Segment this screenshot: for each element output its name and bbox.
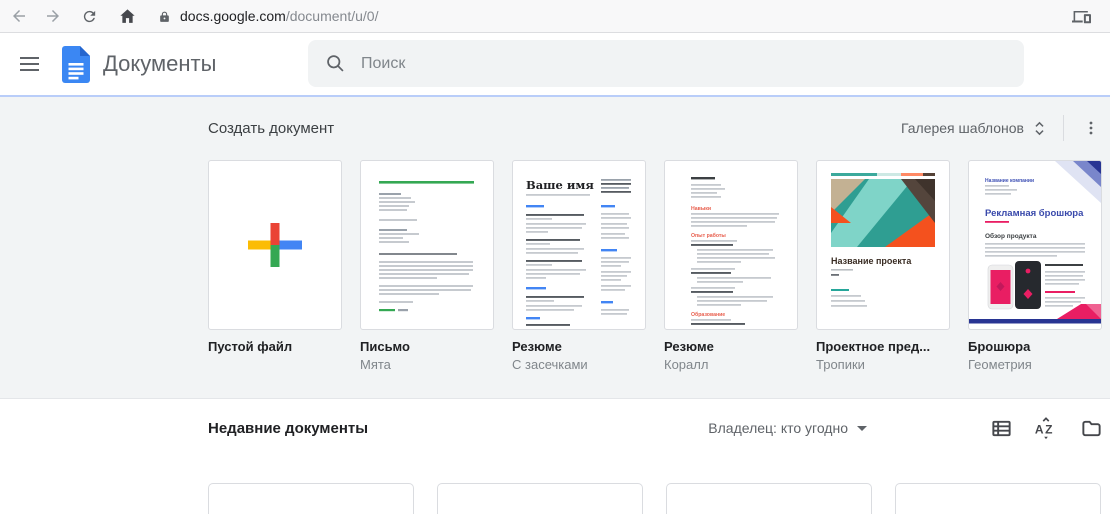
templates-section-title: Создать документ — [208, 120, 334, 137]
template-project-tropics-thumbnail[interactable]: Название проекта — [816, 160, 950, 330]
svg-text:Название проекта: Название проекта — [831, 256, 912, 266]
template-resume-coral-thumbnail[interactable]: Навыки Опыт работы — [664, 160, 798, 330]
template-subtitle: Тропики — [816, 357, 950, 372]
url-host: docs.google.com — [180, 8, 286, 24]
unfold-icon — [1031, 120, 1048, 137]
document-card[interactable] — [666, 483, 872, 514]
dropdown-arrow-icon — [857, 426, 867, 431]
template-blank: Пустой файл — [208, 160, 342, 372]
template-name: Проектное пред... — [816, 339, 950, 354]
recent-document-cards — [208, 483, 1101, 514]
template-name: Резюме — [664, 339, 798, 354]
svg-text:Обзор продукта: Обзор продукта — [985, 232, 1037, 240]
svg-text:Опыт работы: Опыт работы — [691, 232, 726, 239]
svg-text:Ваше имя: Ваше имя — [526, 178, 594, 192]
svg-text:Z: Z — [1045, 422, 1052, 436]
address-bar[interactable]: docs.google.com/document/u/0/ — [158, 8, 378, 24]
template-resume-serif: Ваше имя — [512, 160, 646, 372]
template-letter-mint: Письмо Мята — [360, 160, 494, 372]
google-docs-home: docs.google.com/document/u/0/ Документы — [0, 0, 1110, 496]
project-tropics-preview: Название проекта — [817, 161, 949, 329]
template-resume-serif-thumbnail[interactable]: Ваше имя — [512, 160, 646, 330]
url-path: /document/u/0/ — [286, 8, 379, 24]
search-icon — [325, 53, 346, 74]
document-card[interactable] — [895, 483, 1101, 514]
template-name: Брошюра — [968, 339, 1102, 354]
template-cards: Пустой файл — [208, 160, 1103, 372]
template-name: Резюме — [512, 339, 646, 354]
svg-text:Навыки: Навыки — [691, 206, 711, 212]
resume-serif-preview: Ваше имя — [513, 161, 645, 329]
document-card[interactable] — [437, 483, 643, 514]
template-subtitle: Геометрия — [968, 357, 1102, 372]
svg-text:Название компании: Название компании — [985, 178, 1034, 184]
more-options-icon[interactable] — [1079, 116, 1103, 140]
svg-text:Рекламная брошюра: Рекламная брошюра — [985, 208, 1084, 219]
list-view-icon[interactable] — [989, 416, 1013, 440]
app-header: Документы — [0, 33, 1110, 97]
template-blank-thumbnail[interactable] — [208, 160, 342, 330]
devices-icon[interactable] — [1068, 3, 1094, 29]
template-brochure-geometry: Название компании Рекламная брошюра Обзо… — [968, 160, 1102, 372]
template-project-tropics: Название проекта Проектное пред... Тропи… — [816, 160, 950, 372]
browser-toolbar: docs.google.com/document/u/0/ — [0, 0, 1110, 33]
template-letter-mint-thumbnail[interactable] — [360, 160, 494, 330]
template-brochure-geometry-thumbnail[interactable]: Название компании Рекламная брошюра Обзо… — [968, 160, 1102, 330]
recent-section-title: Недавние документы — [208, 420, 368, 437]
letter-mint-preview — [361, 161, 493, 329]
forward-icon[interactable] — [40, 3, 66, 29]
templates-section: Создать документ Галерея шаблонов — [0, 97, 1110, 399]
owner-filter-label: Владелец: кто угодно — [708, 420, 848, 436]
main-menu-icon[interactable] — [17, 52, 41, 76]
template-gallery-label: Галерея шаблонов — [901, 120, 1024, 136]
resume-coral-preview: Навыки Опыт работы — [665, 161, 797, 329]
brochure-geometry-preview: Название компании Рекламная брошюра Обзо… — [969, 161, 1101, 329]
document-card[interactable] — [208, 483, 414, 514]
svg-text:Образование: Образование — [691, 311, 725, 318]
template-subtitle: С засечками — [512, 357, 646, 372]
template-name: Письмо — [360, 339, 494, 354]
owner-filter-dropdown[interactable]: Владелец: кто угодно — [708, 420, 867, 436]
home-icon[interactable] — [114, 3, 140, 29]
template-subtitle: Мята — [360, 357, 494, 372]
google-docs-logo-icon[interactable] — [62, 46, 90, 83]
template-name: Пустой файл — [208, 339, 342, 354]
sort-az-icon[interactable]: A Z — [1034, 416, 1058, 440]
template-subtitle — [208, 357, 342, 372]
svg-text:A: A — [1035, 422, 1044, 436]
template-resume-coral: Навыки Опыт работы — [664, 160, 798, 372]
plus-icon — [246, 216, 304, 274]
recent-documents-section: Недавние документы Владелец: кто угодно … — [0, 399, 1110, 496]
page-title: Документы — [103, 51, 216, 77]
open-file-picker-icon[interactable] — [1079, 416, 1103, 440]
lock-icon[interactable] — [158, 9, 171, 24]
search-input[interactable] — [359, 54, 983, 74]
template-gallery-button[interactable]: Галерея шаблонов — [901, 120, 1048, 137]
search-bar[interactable] — [308, 40, 1024, 87]
divider — [1063, 115, 1064, 141]
back-icon[interactable] — [6, 3, 32, 29]
reload-icon[interactable] — [76, 3, 102, 29]
template-subtitle: Коралл — [664, 357, 798, 372]
